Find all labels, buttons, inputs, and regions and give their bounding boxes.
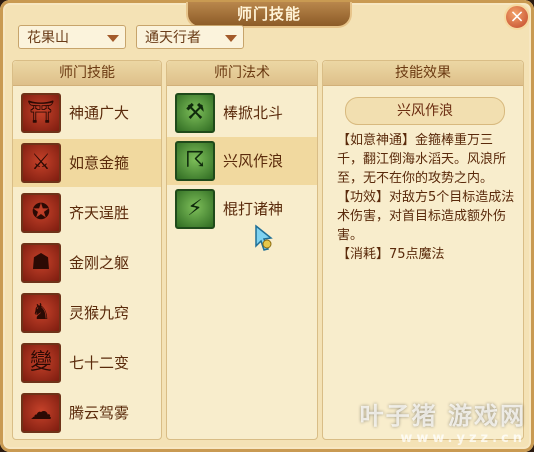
effect-line: 【如意神通】金箍棒重万三千，翻江倒海水滔天。风浪所至，无不在你的攻势之内。 bbox=[337, 133, 507, 186]
sect-dropdown[interactable]: 花果山 bbox=[18, 25, 126, 49]
skill-item[interactable]: ♞ 灵猴九窍 bbox=[13, 289, 161, 337]
watermark-url: www.yzz.cn bbox=[400, 431, 526, 446]
skill-item[interactable]: ☁ 腾云驾雾 bbox=[13, 389, 161, 437]
spell-item[interactable]: ⚡ 棍打诸神 bbox=[167, 185, 317, 233]
spirit-monkey-icon: ♞ bbox=[21, 293, 61, 333]
spell-label: 棒掀北斗 bbox=[223, 104, 284, 122]
chevron-down-icon bbox=[107, 35, 119, 42]
watermark-title: 叶子猪 游戏网 bbox=[359, 402, 526, 430]
effect-description: 【如意神通】金箍棒重万三千，翻江倒海水滔天。风浪所至，无不在你的攻势之内。 【功… bbox=[337, 131, 517, 264]
watermark: 叶子猪 游戏网 www.yzz.cn bbox=[360, 396, 526, 446]
title-dropdown-value: 通天行者 bbox=[145, 30, 201, 46]
seventy-two-transformations-icon: 變 bbox=[21, 343, 61, 383]
cloud-riding-icon: ☁ bbox=[21, 393, 61, 433]
effect-line: 【功效】对敌方5个目标造成法术伤害，对首目标造成额外伤害。 bbox=[337, 190, 515, 243]
skill-item[interactable]: ⛩ 神通广大 bbox=[13, 89, 161, 137]
sect-dropdown-value: 花果山 bbox=[27, 30, 69, 46]
spell-label: 兴风作浪 bbox=[223, 152, 284, 170]
skill-label: 七十二变 bbox=[69, 354, 130, 372]
skill-label: 腾云驾雾 bbox=[69, 404, 130, 422]
skills-panel: 师门技能 ⛩ 神通广大 ⚔ 如意金箍 ✪ 齐天逞胜 ☗ 金刚之躯 ♞ 灵猴九窍變七十二变 ☁ 腾云驾雾 bbox=[12, 60, 162, 440]
vajra-body-icon: ☗ bbox=[21, 243, 61, 283]
spell-item[interactable]: ☈ 兴风作浪 bbox=[167, 137, 317, 185]
close-icon[interactable]: × bbox=[504, 4, 530, 30]
wind-wave-icon: ☈ bbox=[175, 141, 215, 181]
skill-label: 金刚之躯 bbox=[69, 254, 130, 272]
skill-item[interactable]: ✪ 齐天逞胜 bbox=[13, 189, 161, 237]
skill-label: 神通广大 bbox=[69, 104, 130, 122]
pointer-cursor-icon bbox=[255, 224, 273, 251]
spells-panel: 师门法术 ⚒ 棒掀北斗 ☈ 兴风作浪 ⚡ 棍打诸神 bbox=[166, 60, 318, 440]
spells-header: 师门法术 bbox=[167, 61, 317, 86]
skill-label: 灵猴九窍 bbox=[69, 304, 130, 322]
spell-item[interactable]: ⚒ 棒掀北斗 bbox=[167, 89, 317, 137]
skill-item[interactable]: 變七十二变 bbox=[13, 339, 161, 387]
effect-panel: 技能效果 兴风作浪 【如意神通】金箍棒重万三千，翻江倒海水滔天。风浪所至，无不在… bbox=[322, 60, 524, 440]
chevron-down-icon bbox=[225, 35, 237, 42]
skill-item[interactable]: ⚔ 如意金箍 bbox=[13, 139, 161, 187]
skills-header: 师门技能 bbox=[13, 61, 161, 86]
effect-line: 【消耗】75点魔法 bbox=[337, 247, 445, 262]
skill-item[interactable]: ☗ 金刚之躯 bbox=[13, 239, 161, 287]
staff-sweep-icon: ⚒ bbox=[175, 93, 215, 133]
title-dropdown[interactable]: 通天行者 bbox=[136, 25, 244, 49]
effect-title: 兴风作浪 bbox=[345, 97, 505, 125]
skill-label: 齐天逞胜 bbox=[69, 204, 130, 222]
staff-emblem-icon: ⛩ bbox=[21, 93, 61, 133]
staff-strike-icon: ⚡ bbox=[175, 189, 215, 229]
effect-header: 技能效果 bbox=[323, 61, 523, 86]
golden-staff-icon: ⚔ bbox=[21, 143, 61, 183]
skill-label: 如意金箍 bbox=[69, 154, 130, 172]
monkey-king-icon: ✪ bbox=[21, 193, 61, 233]
skill-window: 师门技能 × 花果山 通天行者 师门技能 ⛩ 神通广大 ⚔ 如意金箍 ✪ 齐天逞胜 ☗ 金刚之… bbox=[0, 0, 534, 452]
